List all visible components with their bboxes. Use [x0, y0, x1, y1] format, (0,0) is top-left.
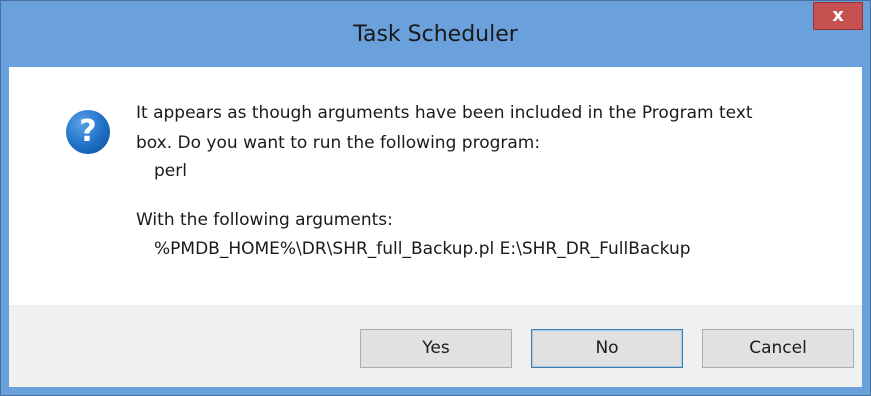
arguments-value: %PMDB_HOME%\DR\SHR_full_Backup.pl E:\SHR… — [154, 239, 691, 259]
program-name: perl — [154, 161, 187, 181]
arguments-label: With the following arguments: — [136, 210, 393, 230]
question-icon: ? — [66, 110, 110, 154]
dialog-body: ? It appears as though arguments have be… — [9, 67, 862, 387]
title-bar[interactable]: Task Scheduler x — [1, 1, 870, 67]
window-title: Task Scheduler — [353, 22, 518, 47]
message-area: ? It appears as though arguments have be… — [9, 67, 862, 305]
message-line-1: It appears as though arguments have been… — [136, 103, 753, 123]
message-line-2: box. Do you want to run the following pr… — [136, 133, 541, 153]
no-button[interactable]: No — [531, 329, 683, 368]
yes-button[interactable]: Yes — [360, 329, 512, 368]
close-button[interactable]: x — [813, 2, 863, 30]
close-icon: x — [832, 5, 844, 26]
cancel-button[interactable]: Cancel — [702, 329, 854, 368]
dialog-window: Task Scheduler x ? It appears as though … — [0, 0, 871, 396]
